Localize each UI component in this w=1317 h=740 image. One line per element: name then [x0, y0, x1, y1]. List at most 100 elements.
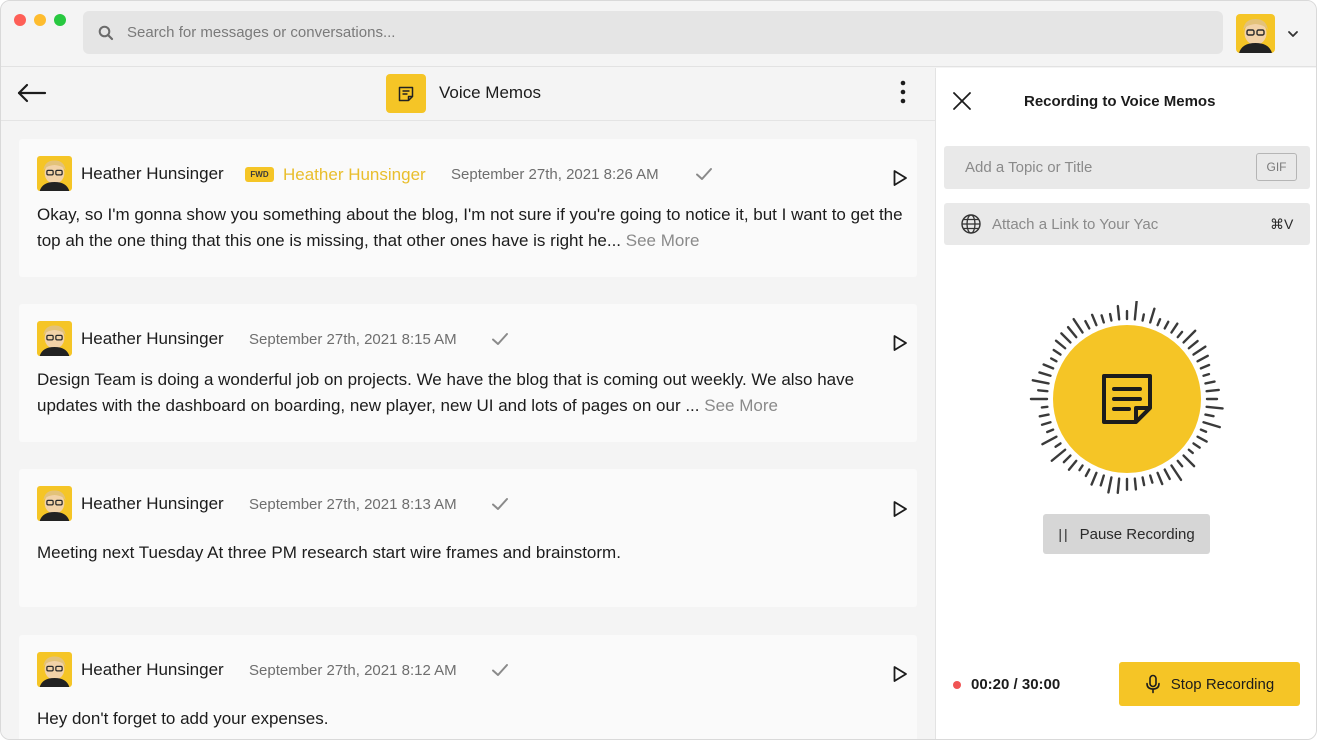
zoom-window-button[interactable] — [54, 14, 66, 26]
search-bar[interactable] — [83, 11, 1223, 54]
topic-input[interactable] — [965, 146, 1245, 189]
chevron-down-icon[interactable] — [1286, 27, 1300, 41]
audio-level-bar — [1049, 357, 1058, 363]
audio-level-bar — [1196, 435, 1208, 443]
message-author: Heather Hunsinger — [81, 660, 224, 679]
search-input[interactable] — [127, 11, 1207, 54]
more-options-icon[interactable] — [891, 78, 915, 108]
audio-level-bar — [1037, 389, 1049, 393]
play-icon[interactable] — [892, 169, 908, 187]
audio-level-bar — [1163, 320, 1170, 330]
stop-label: Stop Recording — [1170, 675, 1275, 693]
checkmark-icon — [492, 664, 508, 676]
audio-level-bar — [1133, 301, 1138, 321]
audio-level-bar — [1170, 464, 1183, 482]
topic-field[interactable]: GIF — [944, 146, 1310, 189]
audio-level-bar — [1202, 372, 1211, 377]
audio-level-bar — [1107, 476, 1113, 494]
forwarded-from-name[interactable]: Heather Hunsinger — [283, 165, 426, 185]
audio-level-bar — [1054, 442, 1062, 448]
audio-level-bar — [1041, 435, 1058, 446]
audio-level-bar — [1187, 448, 1194, 455]
message-text: Meeting next Tuesday At three PM researc… — [37, 540, 907, 566]
audio-level-bar — [1192, 345, 1207, 356]
message-author: Heather Hunsinger — [81, 164, 224, 183]
close-icon[interactable] — [951, 90, 973, 112]
app-window: Voice Memos Heather Hunsinger FWD — [0, 0, 1317, 740]
play-icon[interactable] — [892, 500, 908, 518]
gif-button[interactable]: GIF — [1256, 153, 1297, 181]
globe-icon — [961, 214, 981, 234]
audio-level-bar — [1050, 448, 1067, 462]
avatar[interactable] — [37, 321, 72, 356]
audio-level-bar — [1031, 379, 1050, 385]
audio-level-bar — [1176, 459, 1184, 468]
audio-level-bar — [1066, 325, 1078, 339]
audio-level-bar — [1182, 454, 1196, 468]
message-text: Okay, so I'm gonna show you something ab… — [37, 202, 907, 254]
conversation-header: Voice Memos — [1, 68, 935, 121]
pause-recording-button[interactable]: || Pause Recording — [1043, 514, 1210, 554]
audio-level-bar — [1060, 332, 1072, 344]
audio-level-bar — [1054, 339, 1067, 350]
audio-level-bar — [1149, 307, 1156, 324]
play-icon[interactable] — [892, 665, 908, 683]
microphone-icon — [1145, 674, 1160, 694]
profile-avatar[interactable] — [1236, 14, 1275, 53]
conversation-pane: Voice Memos Heather Hunsinger FWD Heathe… — [1, 68, 935, 739]
audio-visualizer — [1029, 301, 1224, 495]
audio-level-bar — [1141, 313, 1146, 322]
audio-level-bar — [1084, 468, 1091, 478]
back-arrow-icon[interactable] — [15, 80, 49, 106]
checkmark-icon — [492, 333, 508, 345]
audio-level-bar — [1187, 339, 1199, 350]
pause-label: Pause Recording — [1079, 525, 1195, 543]
audio-level-bar — [1192, 442, 1201, 449]
audio-level-bar — [1156, 471, 1164, 486]
link-field[interactable]: ⌘V — [944, 203, 1310, 245]
audio-level-bar — [1062, 454, 1072, 464]
audio-level-bar — [1170, 322, 1179, 334]
recording-title: Recording to Voice Memos — [1024, 93, 1216, 110]
message-text: Hey don't forget to add your expenses. — [37, 706, 907, 732]
message-body: Hey don't forget to add your expenses. — [37, 709, 329, 728]
forward-badge: FWD — [245, 167, 274, 182]
message-author: Heather Hunsinger — [81, 494, 224, 513]
message-body: Meeting next Tuesday At three PM researc… — [37, 543, 621, 562]
see-more-link[interactable]: See More — [704, 396, 778, 415]
stop-recording-button[interactable]: Stop Recording — [1119, 662, 1300, 706]
audio-level-bar — [1040, 421, 1052, 426]
link-input[interactable] — [992, 203, 1252, 245]
audio-level-bar — [1052, 348, 1062, 356]
recording-panel: Recording to Voice Memos GIF ⌘V — [935, 68, 1316, 739]
see-more-link[interactable]: See More — [626, 231, 700, 250]
recording-timer: 00:20 / 30:00 — [971, 676, 1061, 693]
minimize-window-button[interactable] — [34, 14, 46, 26]
audio-level-bar — [1108, 312, 1113, 322]
avatar[interactable] — [37, 486, 72, 521]
audio-level-bar — [1202, 421, 1221, 429]
message-author: Heather Hunsinger — [81, 329, 224, 348]
message-date: September 27th, 2021 8:13 AM — [249, 496, 457, 513]
audio-level-bar — [1090, 313, 1098, 327]
audio-level-bar — [1205, 405, 1224, 410]
play-icon[interactable] — [892, 334, 908, 352]
avatar[interactable] — [37, 156, 72, 191]
close-window-button[interactable] — [14, 14, 26, 26]
pause-icon: || — [1058, 526, 1070, 542]
audio-level-bar — [1156, 318, 1162, 327]
audio-level-bar — [1199, 363, 1211, 370]
memo-icon — [386, 74, 426, 113]
message-date: September 27th, 2021 8:15 AM — [249, 331, 457, 348]
audio-level-bar — [1176, 330, 1184, 339]
audio-level-bar — [1149, 474, 1154, 484]
conversation-title: Voice Memos — [439, 83, 542, 102]
avatar[interactable] — [37, 652, 72, 687]
message-body: Okay, so I'm gonna show you something ab… — [37, 205, 903, 250]
audio-level-bar — [1182, 329, 1197, 344]
audio-level-bar — [1199, 428, 1208, 433]
audio-level-bar — [1046, 428, 1055, 434]
paste-shortcut: ⌘V — [1270, 216, 1294, 232]
audio-level-bar — [1038, 413, 1050, 418]
message-card: Heather Hunsinger September 27th, 2021 8… — [19, 304, 917, 442]
